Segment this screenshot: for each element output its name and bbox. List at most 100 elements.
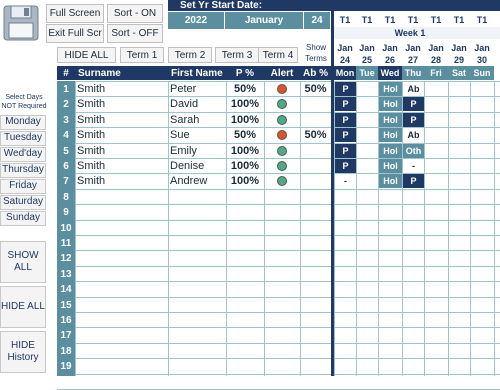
day-button-monday[interactable]: Monday [0,115,46,130]
attendance-cell[interactable] [425,128,448,142]
start-year-field[interactable]: 2022 [168,12,224,29]
start-month-field[interactable]: January [225,12,303,29]
day-button-thursday[interactable]: Thursday [0,163,46,178]
col-gridline [168,81,169,376]
full-screen-button[interactable]: Full Screen [46,4,104,23]
attendance-cell[interactable] [357,128,378,142]
first-name-cell[interactable]: David [170,97,226,111]
row-number: 20 [60,376,72,388]
attendance-cell[interactable]: Hol [379,159,402,173]
attendance-cell[interactable] [471,144,494,158]
attendance-cell[interactable] [449,113,470,127]
first-name-cell[interactable]: Denise [170,159,226,173]
surname-cell[interactable]: Smith [77,128,167,142]
attendance-cell[interactable]: P [335,113,356,127]
attendance-cell[interactable]: Hol [379,144,402,158]
term-4-button[interactable]: Term 4 [258,47,298,63]
attendance-cell[interactable]: P [335,159,356,173]
show-all-button[interactable]: SHOW ALL [0,241,46,283]
attendance-cell[interactable] [357,174,378,188]
p-percent-cell: 50% [233,83,257,95]
attendance-cell[interactable] [357,82,378,96]
day-button-friday[interactable]: Friday [0,179,46,194]
hide-all-button[interactable]: HIDE ALL [0,286,46,328]
day-button-wedday[interactable]: Wed'day [0,147,46,162]
attendance-cell[interactable]: Ab [403,128,424,142]
ab-percent-cell [300,113,331,127]
attendance-cell[interactable] [449,159,470,173]
surname-cell[interactable]: Smith [77,144,167,158]
attendance-cell[interactable] [471,82,494,96]
surname-cell[interactable]: Smith [77,113,167,127]
day-button-sunday[interactable]: Sunday [0,211,46,226]
first-name-cell[interactable]: Peter [170,82,226,96]
attendance-cell[interactable]: Hol [379,128,402,142]
attendance-cell[interactable]: P [403,113,424,127]
attendance-cell[interactable] [357,144,378,158]
attendance-cell[interactable] [449,97,470,111]
start-day-field[interactable]: 24 [304,12,330,29]
attendance-cell[interactable] [425,159,448,173]
attendance-cell[interactable]: P [335,128,356,142]
month-row-cell: Jan [382,43,398,53]
attendance-cell[interactable]: P [335,82,356,96]
term-2-button[interactable]: Term 2 [168,47,212,63]
attendance-cell[interactable] [357,159,378,173]
attendance-cell[interactable] [357,97,378,111]
attendance-cell[interactable] [449,174,470,188]
attendance-cell[interactable] [357,113,378,127]
attendance-cell[interactable] [449,144,470,158]
date-row-cell: 25 [361,55,372,65]
hide-all-terms-button[interactable]: HIDE ALL [57,47,116,63]
attendance-cell[interactable]: - [403,159,424,173]
attendance-cell[interactable]: Hol [379,174,402,188]
surname-cell[interactable]: Smith [77,174,167,188]
surname-cell[interactable]: Smith [77,159,167,173]
attendance-cell[interactable] [471,113,494,127]
attendance-cell[interactable]: Oth [403,144,424,158]
attendance-cell[interactable] [449,128,470,142]
sort-on-button[interactable]: Sort - ON [107,4,163,23]
save-icon[interactable] [2,4,40,42]
attendance-cell[interactable]: Ab [403,82,424,96]
first-name-cell[interactable]: Andrew [170,174,226,188]
attendance-cell[interactable]: P [403,97,424,111]
start-date-label: Set Yr Start Date: [180,0,263,11]
attendance-cell[interactable]: P [335,97,356,111]
attendance-cell[interactable] [471,128,494,142]
row-gridline [57,250,500,251]
first-name-cell[interactable]: Sarah [170,113,226,127]
term-row-cell: T1 [407,15,419,25]
attendance-cell[interactable]: - [335,174,356,188]
exit-full-screen-button[interactable]: Exit Full Scr [46,24,104,43]
attendance-cell[interactable] [471,174,494,188]
attendance-cell[interactable]: Hol [379,113,402,127]
day-button-saturday[interactable]: Saturday [0,195,46,210]
term-3-button[interactable]: Term 3 [215,47,259,63]
attendance-cell[interactable] [449,82,470,96]
attendance-cell[interactable] [471,97,494,111]
attendance-cell[interactable] [471,159,494,173]
first-name-cell[interactable]: Emily [170,144,226,158]
attendance-cell[interactable] [425,174,448,188]
term-1-button[interactable]: Term 1 [120,47,164,63]
attendance-cell[interactable] [425,113,448,127]
attendance-cell[interactable]: Hol [379,82,402,96]
hide-history-button[interactable]: HIDE History [0,331,46,373]
term-row-cell: T1 [361,15,373,25]
surname-cell[interactable]: Smith [77,82,167,96]
day-button-tuesday[interactable]: Tuesday [0,131,46,146]
surname-cell[interactable]: Smith [77,97,167,111]
attendance-cell[interactable]: Hol [379,97,402,111]
sort-off-button[interactable]: Sort - OFF [107,24,163,43]
attendance-cell[interactable] [425,82,448,96]
attendance-cell[interactable] [425,144,448,158]
p-percent-cell: 50% [233,129,257,141]
term-row-cell: T1 [339,15,351,25]
day-name-tue: Tue [356,66,378,80]
row-gridline [57,266,500,267]
attendance-cell[interactable] [425,97,448,111]
first-name-cell[interactable]: Sue [170,128,226,142]
attendance-cell[interactable]: P [403,174,424,188]
attendance-cell[interactable]: P [335,144,356,158]
